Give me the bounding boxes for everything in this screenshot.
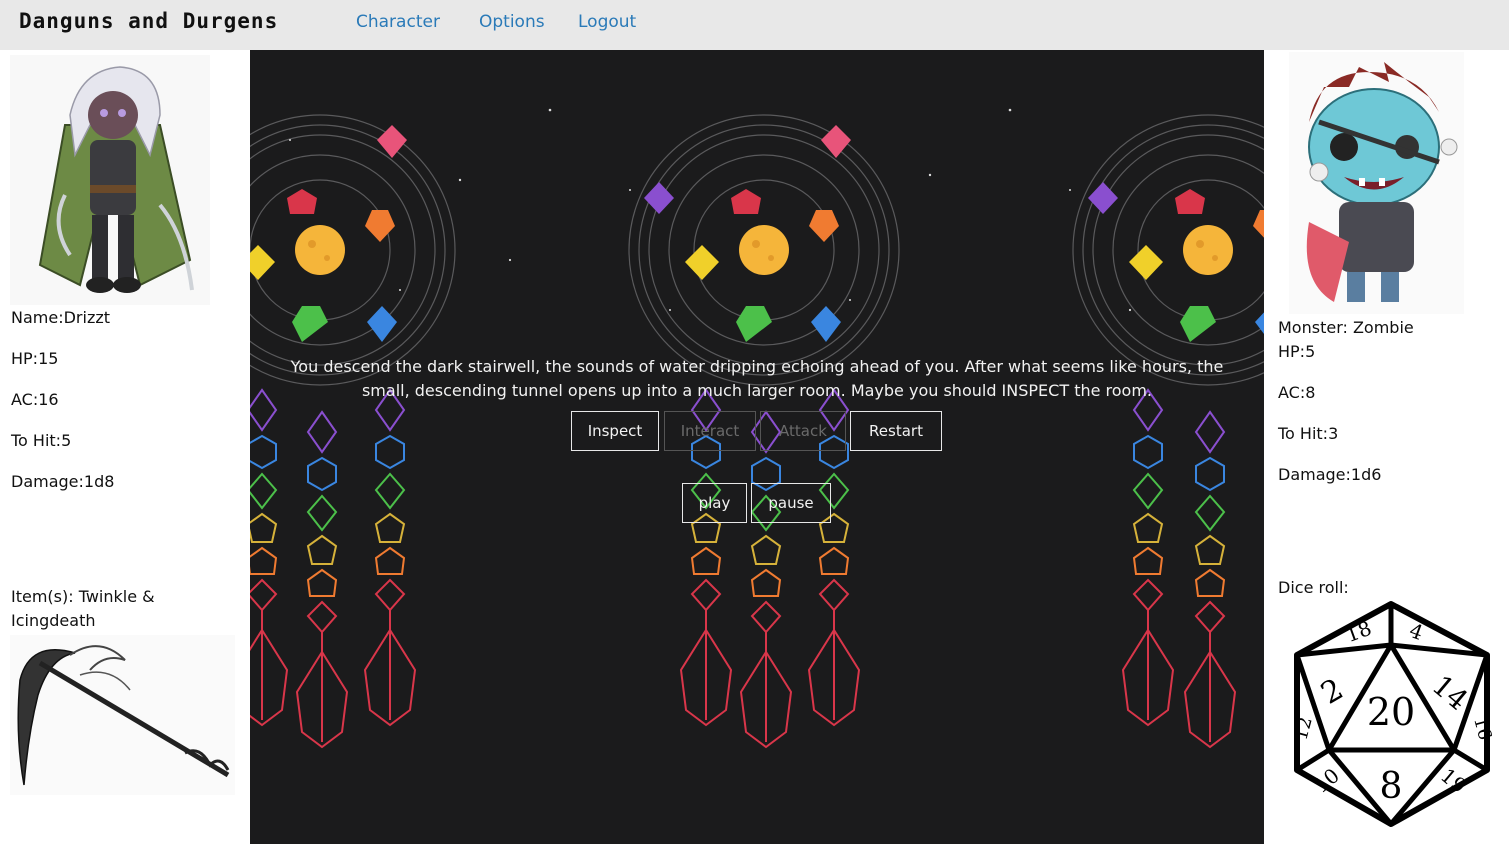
d20-dice-icon: 20 8 2 14 18 4 12 16 10 19 [1291,601,1495,827]
inspect-button[interactable]: Inspect [571,411,659,451]
d20-face-8: 8 [1380,766,1403,807]
nav-options-link[interactable]: Options [479,12,545,32]
interact-button[interactable]: Interact [664,411,756,451]
restart-button[interactable]: Restart [850,411,942,451]
character-name: Name:Drizzt [11,308,111,327]
monster-portrait [1289,52,1464,314]
pause-audio-button[interactable]: pause [751,483,831,523]
scythe-weapon-image [10,635,235,795]
d20-face-20: 20 [1367,690,1415,734]
character-panel: Name:Drizzt HP:15 AC:16 To Hit:5 Damage:… [0,50,250,859]
character-ac: AC:16 [11,390,59,409]
narration-text: You descend the dark stairwell, the soun… [290,357,1224,400]
attack-button[interactable]: Attack [760,411,846,451]
nav-logout-link[interactable]: Logout [578,12,636,32]
character-damage: Damage:1d8 [11,472,115,491]
play-audio-button[interactable]: play [682,483,747,523]
nav-character-link[interactable]: Character [356,12,440,32]
brand-title[interactable]: Danguns and Durgens [19,9,278,33]
character-items: Item(s): Twinkle & Icingdeath [11,587,155,630]
monster-damage: Damage:1d6 [1278,465,1382,484]
game-area: You descend the dark stairwell, the soun… [250,50,1264,844]
dice-roll-label: Dice roll: [1278,578,1349,597]
dice-solar-system-background [250,108,1264,748]
monster-hp: HP:5 [1278,342,1316,361]
monster-name: Monster: Zombie [1278,318,1414,337]
navbar: Danguns and Durgens Character Options Lo… [0,0,1509,50]
monster-to-hit: To Hit:3 [1278,424,1339,443]
character-hp: HP:15 [11,349,59,368]
monster-panel: Monster: Zombie HP:5 AC:8 To Hit:3 Damag… [1264,50,1509,859]
monster-ac: AC:8 [1278,383,1316,402]
character-to-hit: To Hit:5 [11,431,72,450]
character-portrait [10,55,210,305]
